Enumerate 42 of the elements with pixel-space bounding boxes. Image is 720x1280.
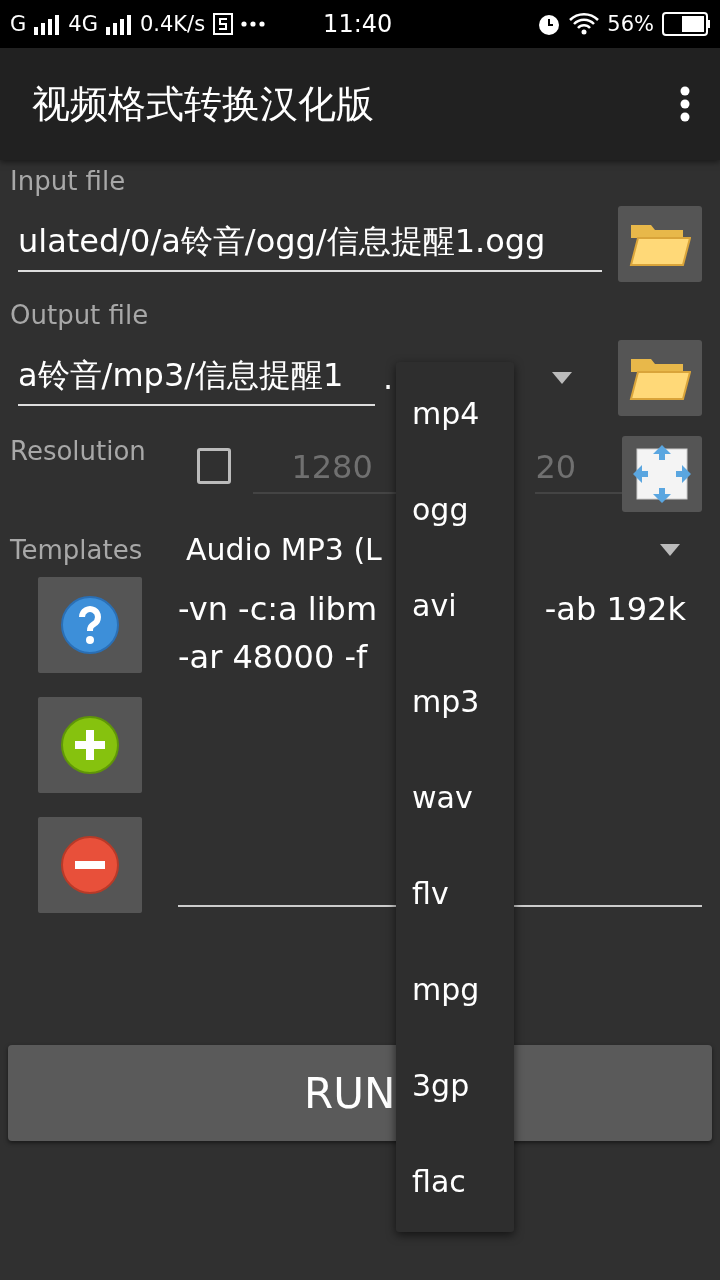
command-text: -vn -c:a libm [178, 590, 378, 628]
menu-icon[interactable] [680, 86, 690, 122]
field-label: Output file [10, 300, 150, 330]
remove-button[interactable] [38, 817, 142, 913]
network-label: 4G [68, 12, 98, 36]
minus-icon [60, 835, 120, 895]
field-label: Resolution [10, 436, 147, 466]
dropdown-caret-icon[interactable] [552, 372, 572, 384]
battery-percent: 56% [607, 12, 654, 36]
alarm-icon [537, 12, 562, 36]
wifi-icon [569, 13, 600, 35]
checkbox[interactable] [196, 448, 232, 484]
menu-item[interactable]: mpg [396, 941, 514, 1037]
folder-button[interactable] [618, 340, 702, 416]
menu-item[interactable]: avi [396, 557, 514, 653]
field-label: Templates [10, 534, 144, 565]
template-spinner[interactable]: Audio MP3 (L [186, 532, 382, 567]
folder-button[interactable] [618, 206, 702, 282]
battery-icon [662, 12, 710, 36]
add-button[interactable] [38, 697, 142, 793]
menu-item[interactable]: mp3 [396, 653, 514, 749]
app-title: 视频格式转换汉化版 [32, 80, 374, 128]
clock-time: 11:40 [323, 10, 394, 38]
dropdown-caret-icon[interactable] [660, 543, 680, 556]
output-field[interactable]: a铃音/mp3/信息提醒1 [18, 350, 375, 406]
signal-icon [105, 13, 132, 35]
more-icon [241, 21, 266, 27]
field-label: Input file [10, 166, 127, 196]
speed-text: 0.4K/s [139, 12, 206, 36]
app-notification-icon [213, 13, 234, 35]
extension-separator: . [383, 359, 394, 397]
network-label: G [10, 12, 27, 36]
signal-icon [34, 13, 61, 35]
command-text: -ar 48000 -f [178, 638, 368, 676]
menu-item[interactable]: wav [396, 749, 514, 845]
menu-item[interactable]: flv [396, 845, 514, 941]
fullscreen-button[interactable] [621, 436, 702, 512]
command-text: -ab 192k [544, 590, 686, 628]
input-field[interactable]: ulated/0/a铃音/ogg/信息提醒1.ogg [18, 216, 602, 272]
plus-icon [60, 715, 120, 775]
help-button[interactable] [38, 577, 142, 673]
help-icon [60, 595, 120, 655]
